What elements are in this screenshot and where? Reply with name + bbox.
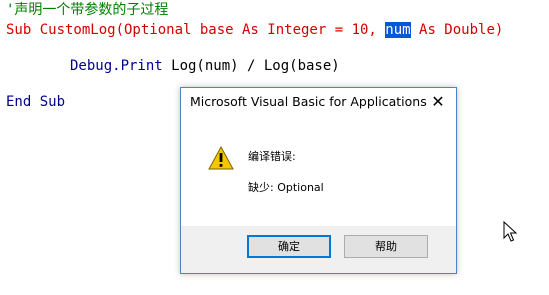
debug-print-expression: Log(num) / Log(base) bbox=[162, 58, 340, 74]
debug-print-keyword: Debug.Print bbox=[70, 58, 163, 74]
dialog-title: Microsoft Visual Basic for Applications bbox=[190, 94, 427, 109]
mouse-pointer-icon bbox=[503, 221, 517, 242]
warning-icon bbox=[208, 146, 234, 170]
dialog-body bbox=[181, 117, 456, 226]
debug-print-line[interactable]: Debug.Print Log(num) / Log(base) bbox=[70, 57, 340, 75]
close-icon[interactable]: ✕ bbox=[428, 92, 448, 112]
compile-error-dialog: Microsoft Visual Basic for Applications … bbox=[180, 87, 457, 274]
sub-declaration-line[interactable]: Sub CustomLog(Optional base As Integer =… bbox=[6, 21, 503, 39]
dialog-titlebar[interactable]: Microsoft Visual Basic for Applications … bbox=[181, 88, 456, 117]
comment-line: '声明一个带参数的子过程 bbox=[6, 2, 169, 18]
ok-button[interactable]: 确定 bbox=[247, 235, 331, 258]
sub-declaration-tail: As Double) bbox=[410, 22, 504, 38]
error-message-title: 编译错误: bbox=[248, 150, 296, 163]
end-sub-line[interactable]: End Sub bbox=[6, 93, 65, 111]
help-button[interactable]: 帮助 bbox=[344, 235, 428, 258]
sub-declaration-text: Sub CustomLog(Optional base As Integer =… bbox=[6, 22, 386, 38]
selected-token[interactable]: num bbox=[385, 22, 411, 38]
error-message-detail: 缺少: Optional bbox=[248, 181, 324, 194]
